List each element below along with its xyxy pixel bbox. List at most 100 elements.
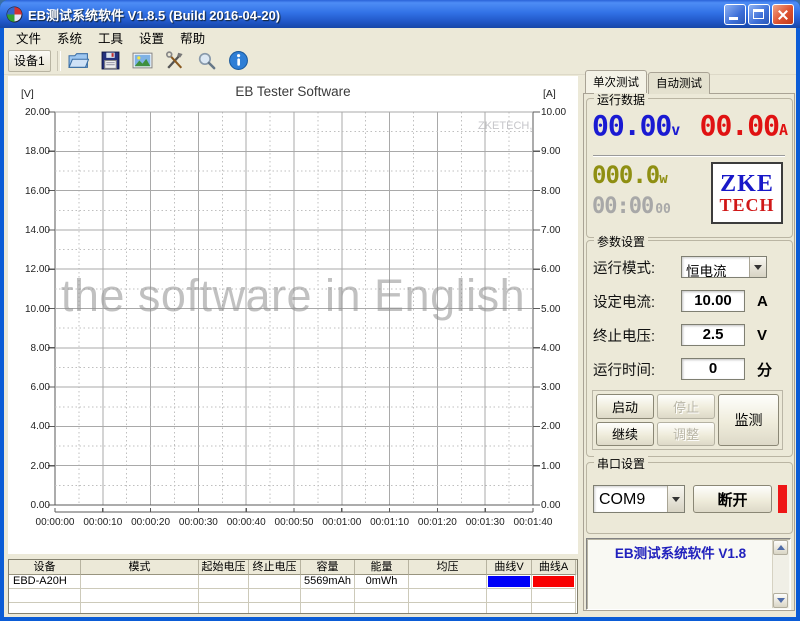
start-button[interactable]: 启动 (596, 394, 654, 419)
param-row-set-current: 设定电流:10.00A (593, 289, 792, 313)
dropdown-arrow-icon[interactable] (749, 257, 766, 277)
table-cell (81, 603, 199, 614)
cutoff-voltage-input[interactable]: 2.5 (681, 324, 745, 346)
column-header: 均压 (409, 560, 487, 575)
minimize-button[interactable] (724, 4, 746, 25)
menu-item-settings[interactable]: 设置 (131, 27, 172, 48)
curve-v-cell (487, 575, 532, 589)
table-cell (9, 589, 81, 603)
param-row-cutoff-voltage: 终止电压:2.5V (593, 323, 792, 347)
image-icon (132, 50, 153, 71)
chart-panel: EB Tester Software [V] [A] 20.0018.0016.… (8, 76, 578, 554)
table-cell (81, 575, 199, 589)
image-button[interactable] (131, 49, 154, 72)
table-cell (81, 589, 199, 603)
menu-item-system[interactable]: 系统 (49, 27, 90, 48)
y-axis-left-label: 8.00 (10, 343, 50, 354)
curve-v-swatch (488, 576, 530, 587)
adjust-button[interactable]: 调整 (657, 422, 715, 447)
table-cell (355, 589, 409, 603)
monitor-button[interactable]: 监测 (718, 394, 779, 446)
disconnect-button[interactable]: 断开 (693, 485, 772, 513)
y-axis-right-label: 1.00 (541, 461, 581, 472)
y-axis-right-label: 2.00 (541, 421, 581, 432)
y-axis-right-label: 0.00 (541, 500, 581, 511)
elapsed-time-display: 00:0000 (592, 196, 671, 218)
y-axis-left-label: 14.00 (10, 225, 50, 236)
y-axis-right-label: 7.00 (541, 225, 581, 236)
toolbar-icons (67, 49, 250, 72)
display-divider (593, 155, 785, 157)
app-window: EB测试系统软件 V1.8.5 (Build 2016-04-20) 文件系统工… (0, 0, 800, 621)
menu-item-help[interactable]: 帮助 (172, 27, 213, 48)
current-unit: A (779, 121, 788, 139)
column-header: 起始电压 (199, 560, 249, 575)
serial-port-group: 串口设置 COM9 断开 (586, 462, 793, 534)
title-bar[interactable]: EB测试系统软件 V1.8.5 (Build 2016-04-20) (0, 0, 800, 28)
scroll-up-icon[interactable] (773, 540, 788, 555)
zoom-button[interactable] (195, 49, 218, 72)
table-cell: 5569mAh (301, 575, 355, 589)
maximize-button[interactable] (748, 4, 770, 25)
column-header: 设备 (9, 560, 81, 575)
close-button[interactable] (772, 4, 794, 25)
table-row[interactable]: EBD-A20H5569mAh0mWh (9, 575, 577, 589)
scroll-down-icon[interactable] (773, 593, 788, 608)
app-icon (6, 6, 23, 23)
voltage-unit: v (671, 121, 680, 139)
save-button[interactable] (99, 49, 122, 72)
chart-title: EB Tester Software (8, 84, 578, 99)
info-button[interactable] (227, 49, 250, 72)
table-cell (249, 575, 301, 589)
param-label: 终止电压: (593, 325, 681, 346)
param-unit: A (757, 293, 768, 310)
log-scrollbar[interactable] (772, 540, 789, 608)
y-axis-left-label: 18.00 (10, 146, 50, 157)
param-label: 运行时间: (593, 359, 681, 380)
selected-value: 恒电流 (682, 257, 749, 277)
tab-single-test[interactable]: 单次测试 (585, 70, 647, 93)
set-current-input[interactable]: 10.00 (681, 290, 745, 312)
stop-button[interactable]: 停止 (657, 394, 715, 419)
com-port-select[interactable]: COM9 (593, 485, 685, 513)
zketech-watermark: ZKETECH, (478, 120, 532, 132)
open-folder-button[interactable] (67, 49, 90, 72)
param-label: 运行模式: (593, 257, 681, 278)
resume-button[interactable]: 继续 (596, 422, 654, 447)
dropdown-arrow-icon[interactable] (667, 486, 684, 512)
column-header: 曲线A (532, 560, 576, 575)
overlay-caption: the software in English (8, 270, 578, 322)
tab-bar: 单次测试 自动测试 (585, 74, 711, 93)
param-unit: 分 (757, 359, 772, 380)
parameter-group-label: 参数设置 (594, 233, 648, 250)
save-icon (100, 50, 121, 71)
column-header: 容量 (301, 560, 355, 575)
table-row[interactable] (9, 589, 577, 603)
log-textbox[interactable]: EB测试系统软件 V1.8 (586, 538, 791, 610)
table-row[interactable] (9, 603, 577, 614)
table-cell: EBD-A20H (9, 575, 81, 589)
y-axis-right-label: 10.00 (541, 107, 581, 118)
table-cell (301, 603, 355, 614)
table-cell (301, 589, 355, 603)
open-folder-icon (68, 50, 89, 71)
table-cell (199, 589, 249, 603)
curve-a-cell (532, 575, 576, 589)
serial-group-label: 串口设置 (594, 455, 648, 472)
tools-button[interactable] (163, 49, 186, 72)
tools-icon (164, 50, 185, 71)
right-panel: 单次测试 自动测试 运行数据 00.00v 00.00A 000.0w 00:0… (583, 74, 795, 611)
menu-item-tools[interactable]: 工具 (90, 27, 131, 48)
column-header: 模式 (81, 560, 199, 575)
tab-auto-test[interactable]: 自动测试 (648, 72, 710, 94)
run-data-group-label: 运行数据 (594, 91, 648, 108)
device-1-button[interactable]: 设备1 (8, 50, 51, 72)
y-axis-left-label: 0.00 (10, 500, 50, 511)
run-mode-select[interactable]: 恒电流 (681, 256, 767, 278)
x-axis-label: 00:01:40 (503, 517, 563, 528)
menu-item-file[interactable]: 文件 (8, 27, 49, 48)
info-icon (228, 50, 249, 71)
run-time-input[interactable]: 0 (681, 358, 745, 380)
com-port-value: COM9 (594, 486, 667, 512)
y-axis-left-label: 6.00 (10, 382, 50, 393)
